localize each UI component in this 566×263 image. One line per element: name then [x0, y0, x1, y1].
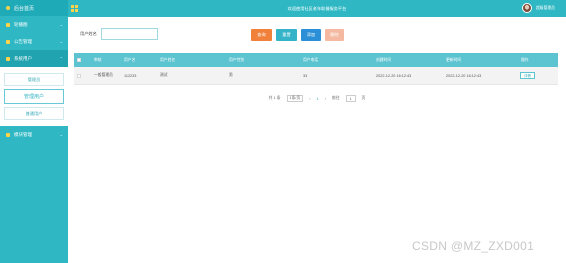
column-header: 用户姓名 [160, 57, 176, 62]
cell-gender: 男 [229, 73, 233, 77]
pagination: 共 1 条 1条/页 ‹ 1 › 前往 1 页 [68, 95, 566, 102]
search-row: 用户姓名 [80, 28, 158, 40]
user-name[interactable]: 超级管理员 [536, 6, 555, 11]
column-header: 用户名 [124, 57, 136, 62]
prev-page-button[interactable]: ‹ [309, 97, 310, 101]
table-header: 审核 用户名 用户姓名 用户性别 用户电话 创建时间 更新时间 操作 [74, 53, 558, 67]
sidebar-submenu: 管理员 管理用户 普通用户 [0, 67, 68, 126]
chevron-down-icon: ⌄ [59, 39, 63, 44]
goto-label: 前往 [331, 96, 340, 100]
column-header: 更新时间 [446, 57, 462, 62]
search-label: 用户姓名 [80, 31, 97, 36]
cell-status: 一般管理员 [94, 73, 113, 77]
sidebar-item-label: 模块管理 [14, 131, 32, 137]
module-icon [6, 132, 10, 137]
user-icon [6, 56, 10, 61]
sidebar-item-carousel[interactable]: 轮播图 ⌄ [0, 16, 68, 33]
cell-phone: 33 [303, 73, 308, 78]
sidebar-home[interactable]: 后台首页 [0, 0, 68, 16]
users-table: 审核 用户名 用户姓名 用户性别 用户电话 创建时间 更新时间 操作 一般管理员… [74, 53, 558, 85]
main-content: 用户姓名 查询 重置 添加 删除 审核 用户名 用户姓名 用户性别 用户电话 创… [68, 17, 566, 263]
delete-button[interactable]: 删除 [325, 29, 344, 41]
submenu-item-manage-users[interactable]: 管理用户 [4, 89, 64, 104]
cell-username: 112233 [124, 73, 137, 78]
watermark: CSDN @MZ_ZXD001 [412, 239, 535, 253]
notice-icon [6, 39, 10, 44]
sidebar: 后台首页 轮播图 ⌄ 公告管理 ⌄ 系统用户 ⌃ 管理员 管理用户 普通用户 模… [0, 0, 68, 263]
goto-page-input[interactable]: 1 [345, 95, 356, 102]
submenu-item-admins[interactable]: 管理员 [4, 73, 64, 86]
cell-updated: 2022-12-20 16:12:43 [446, 73, 482, 78]
goto-unit: 页 [361, 96, 366, 100]
chevron-down-icon: ⌄ [59, 22, 63, 27]
table-row: 一般管理员 112233 测试 男 33 2022-12-20 16:12:43… [74, 67, 558, 85]
row-checkbox[interactable] [77, 73, 81, 78]
sidebar-item-label: 轮播图 [14, 21, 28, 27]
search-button[interactable]: 查询 [251, 29, 272, 41]
cell-created: 2022-12-20 16:12:43 [376, 73, 412, 78]
column-header: 用户电话 [303, 57, 319, 62]
next-page-button[interactable]: › [325, 97, 326, 101]
column-header: 审核 [94, 57, 102, 62]
sidebar-item-label: 公告管理 [14, 38, 32, 44]
search-input[interactable] [100, 28, 158, 40]
select-all-checkbox[interactable] [77, 58, 81, 62]
pager-total: 共 1 条 [268, 96, 281, 100]
column-header: 操作 [521, 57, 529, 62]
add-button[interactable]: 添加 [301, 29, 321, 41]
details-button[interactable]: 详情 [520, 72, 535, 79]
submenu-item-regular-users[interactable]: 普通用户 [4, 107, 64, 120]
sidebar-home-label: 后台首页 [14, 5, 35, 12]
chevron-up-icon: ⌃ [59, 56, 63, 61]
site-title: 欢迎使用社区老年助餐服务平台 [287, 6, 347, 11]
sidebar-item-label: 系统用户 [14, 55, 32, 61]
sidebar-item-announcements[interactable]: 公告管理 ⌄ [0, 33, 68, 50]
cell-name: 测试 [160, 73, 168, 77]
sidebar-item-system-users[interactable]: 系统用户 ⌃ [0, 50, 68, 67]
column-header: 创建时间 [376, 57, 392, 62]
home-icon [6, 6, 10, 10]
page-size-select[interactable]: 1条/页 [286, 95, 304, 102]
page-number[interactable]: 1 [317, 97, 319, 101]
avatar[interactable] [522, 3, 532, 13]
chevron-down-icon: ⌄ [59, 132, 63, 137]
top-bar: 欢迎使用社区老年助餐服务平台 超级管理员 [68, 0, 566, 17]
column-header: 用户性别 [229, 57, 245, 62]
image-icon [6, 22, 10, 27]
reset-button[interactable]: 重置 [276, 29, 297, 41]
sidebar-item-modules[interactable]: 模块管理 ⌄ [0, 126, 68, 143]
